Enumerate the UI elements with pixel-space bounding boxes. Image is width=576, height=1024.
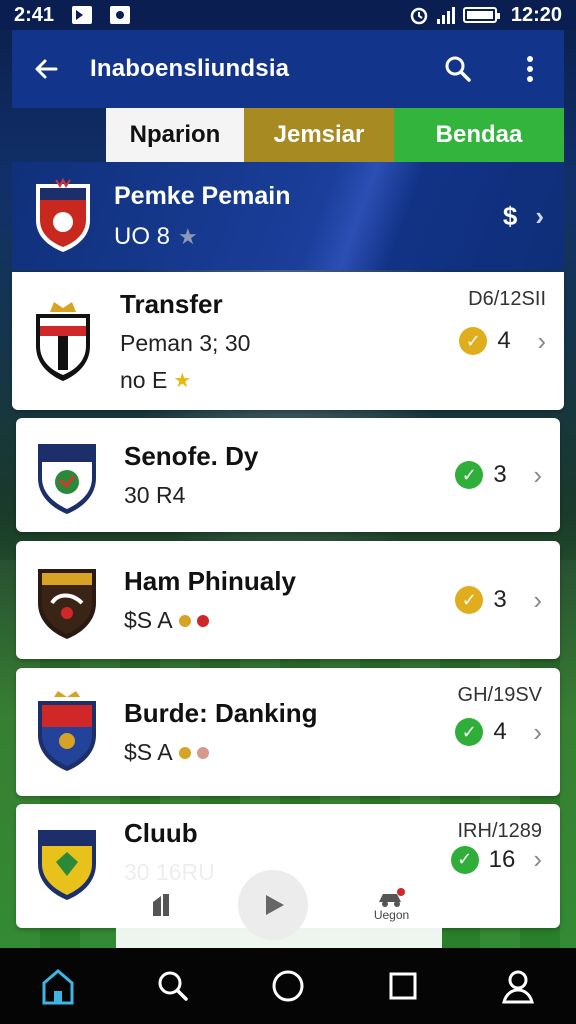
club-crest-icon: [36, 302, 90, 381]
search-icon[interactable]: [442, 53, 474, 85]
app-bar: Inaboensliundsia: [12, 30, 564, 108]
search-icon[interactable]: [151, 964, 195, 1008]
check-circle-icon: ✓: [450, 845, 479, 874]
mini-player-item[interactable]: Uegon: [374, 888, 409, 922]
status-row: ✓ 4 ›: [455, 717, 542, 748]
tab-bar: Nparion Jemsiar Bendaa: [106, 108, 564, 162]
list-item-side: ✓ 3 ›: [455, 418, 542, 532]
pink-badge-icon: [196, 746, 209, 759]
signal-icon: [436, 6, 455, 24]
featured-meta: UO 8 ★: [114, 223, 291, 251]
list-item-side: ✓ 16 ›: [450, 844, 542, 875]
club-crest-icon: [38, 569, 96, 639]
list-item[interactable]: Transfer Peman 3; 30 no E ★ D6/12SII ✓ 4…: [12, 272, 564, 410]
tab-bendaa[interactable]: Bendaa: [394, 108, 564, 162]
app-bar-actions: [442, 53, 546, 85]
list-item-count: 3: [493, 586, 507, 613]
check-circle-icon: ✓: [459, 327, 488, 355]
check-circle-icon: ✓: [455, 586, 484, 614]
mini-player: Uegon: [116, 862, 442, 948]
status-row: ✓ 3 ›: [455, 585, 542, 616]
list-item-extra-text: no E: [120, 366, 168, 393]
list-item-sub: $S A: [124, 739, 173, 765]
tab-jemsiar[interactable]: Jemsiar: [244, 108, 394, 162]
list-item-count: 4: [493, 718, 507, 745]
club-crest-icon: [38, 691, 96, 771]
mini-player-label: Uegon: [373, 908, 410, 922]
featured-name: Pemke Pemain: [114, 181, 291, 210]
list-item-side: ✓ 4 ›: [455, 668, 542, 796]
chevron-right-icon[interactable]: ›: [533, 460, 542, 491]
status-bar: 2:41 12:20: [0, 0, 576, 30]
list-item-count: 4: [497, 327, 511, 354]
battery-icon: [462, 7, 500, 23]
list-item-sub: $S A: [124, 607, 173, 633]
list-item-count: 3: [493, 461, 507, 488]
status-time: 2:41: [14, 3, 55, 26]
status-row: ✓ 16 ›: [450, 844, 542, 875]
camera-notification-icon: [110, 6, 131, 24]
gold-dot-icon: [178, 746, 191, 759]
gold-dot-icon: [178, 614, 191, 627]
back-arrow-icon[interactable]: [30, 53, 62, 85]
check-circle-icon: ✓: [455, 718, 484, 746]
featured-currency: $: [502, 200, 518, 231]
featured-item[interactable]: Pemke Pemain UO 8 ★ $ ›: [12, 162, 564, 270]
check-circle-icon: ✓: [455, 461, 484, 489]
status-row: ✓ 3 ›: [455, 460, 542, 491]
featured-right: $ ›: [503, 201, 544, 232]
tab-nparion[interactable]: Nparion: [106, 108, 244, 162]
list-item[interactable]: Burde: Danking $S A GH/19SV ✓ 4 ›: [16, 668, 560, 796]
more-vert-icon[interactable]: [514, 53, 546, 85]
status-row: ✓ 4 ›: [459, 326, 546, 357]
status-right: 12:20: [409, 4, 562, 27]
profile-icon[interactable]: [496, 964, 540, 1008]
recents-square-icon[interactable]: [381, 964, 425, 1008]
list-item-side: ✓ 3 ›: [455, 541, 542, 659]
featured-info: Pemke Pemain UO 8 ★: [114, 182, 291, 251]
star-icon: ★: [178, 223, 198, 249]
list-item[interactable]: Ham Phinualy $S A ✓ 3 ›: [16, 541, 560, 659]
status-clock: 12:20: [510, 3, 562, 26]
chevron-right-icon[interactable]: ›: [533, 717, 542, 748]
list-item-count: 16: [488, 845, 516, 873]
chevron-right-icon[interactable]: ›: [535, 201, 544, 232]
stats-icon[interactable]: [149, 890, 173, 921]
star-icon: ★: [173, 369, 192, 392]
home-icon[interactable]: [36, 964, 80, 1008]
bottom-nav: [0, 948, 576, 1024]
club-crest-icon: [38, 830, 96, 900]
play-button[interactable]: [238, 870, 309, 940]
list-item[interactable]: Senofe. Dy 30 R4 ✓ 3 ›: [16, 418, 560, 532]
circle-home-icon[interactable]: [266, 964, 310, 1008]
alarm-icon: [410, 7, 428, 25]
chevron-right-icon[interactable]: ›: [537, 326, 546, 357]
navigation-notification-icon: [72, 6, 93, 24]
featured-score: UO 8: [114, 222, 171, 250]
car-icon: [378, 888, 405, 907]
page-title: Inaboensliundsia: [90, 55, 290, 82]
chevron-right-icon[interactable]: ›: [533, 585, 542, 616]
club-crest-icon: [36, 178, 90, 252]
club-crest-icon: [38, 444, 96, 514]
list-item-side: ✓ 4 ›: [459, 272, 546, 410]
red-heart-icon: [196, 614, 209, 627]
list-item-date: IRH/1289: [457, 820, 543, 842]
chevron-right-icon[interactable]: ›: [533, 844, 542, 875]
